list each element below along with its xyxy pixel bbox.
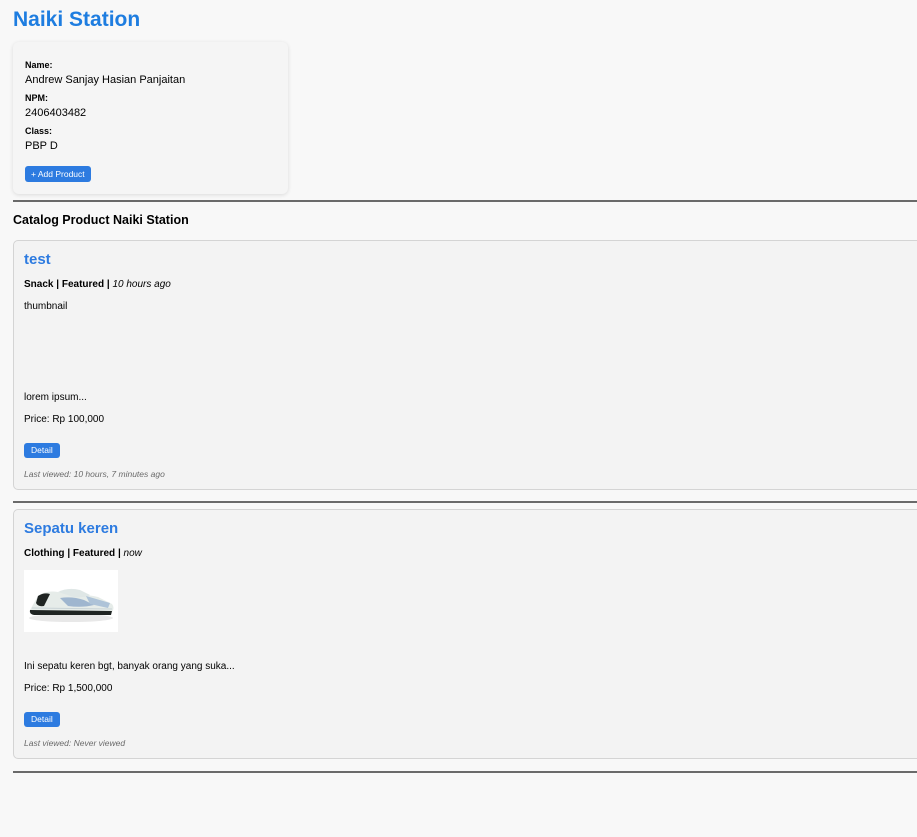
product-time: 10 hours ago [112,279,171,290]
meta-separator: | [117,548,121,559]
product-description: Ini sepatu keren bgt, banyak orang yang … [24,661,235,672]
npm-label: NPM: [25,93,48,103]
product-description: lorem ipsum... [24,392,87,403]
detail-button[interactable]: Detail [24,712,60,727]
product-card: test Snack | Featured | 10 hours ago thu… [13,240,917,490]
last-viewed: Last viewed: 10 hours, 7 minutes ago [24,469,165,479]
product-name[interactable]: Sepatu keren [24,520,118,537]
divider [13,501,917,503]
name-label: Name: [25,60,53,70]
divider [13,771,917,773]
meta-separator: | [56,279,60,290]
class-label: Class: [25,126,53,136]
product-time: now [123,548,142,559]
featured-badge: Featured [61,279,105,290]
divider [13,200,917,202]
class-value: PBP D [25,140,58,152]
product-price: Price: Rp 100,000 [24,414,105,425]
last-viewed: Last viewed: Never viewed [24,738,126,748]
product-meta: Snack | Featured | 10 hours ago [24,279,171,290]
profile-card: Name: Andrew Sanjay Hasian Panjaitan NPM… [13,42,288,194]
site-title: Naiki Station [13,8,141,31]
product-thumbnail-sneaker [24,570,118,632]
product-category: Snack [24,279,54,290]
thumbnail-image-broken: thumbnail [24,301,68,312]
product-price: Price: Rp 1,500,000 [24,683,113,694]
meta-separator: | [67,548,71,559]
meta-separator: | [106,279,110,290]
product-meta: Clothing | Featured | now [24,548,142,559]
npm-value: 2406403482 [25,107,87,119]
featured-badge: Featured [72,548,116,559]
product-name[interactable]: test [24,251,51,268]
product-card: Sepatu keren Clothing | Featured | now I… [13,509,917,759]
catalog-heading: Catalog Product Naiki Station [13,213,189,227]
add-product-button[interactable]: + Add Product [25,166,91,182]
detail-button[interactable]: Detail [24,443,60,458]
name-value: Andrew Sanjay Hasian Panjaitan [25,74,186,86]
product-category: Clothing [24,548,65,559]
